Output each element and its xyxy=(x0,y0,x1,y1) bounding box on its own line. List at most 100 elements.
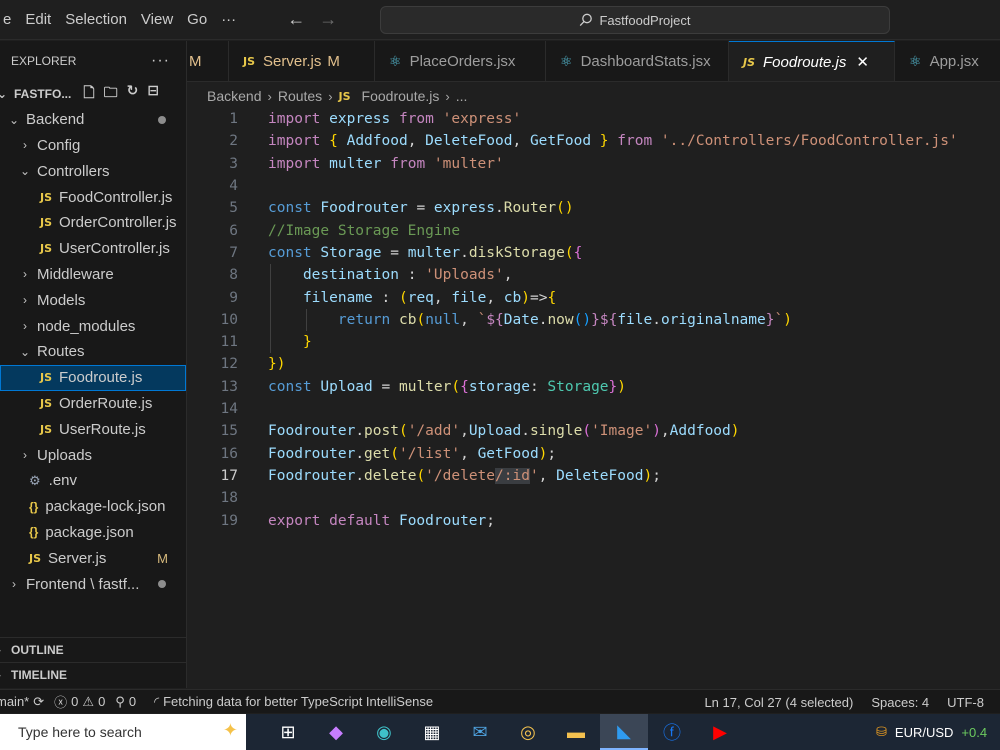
tree-item-label: Foodroute.js xyxy=(59,369,143,387)
tree-item[interactable]: JS Server.js M xyxy=(0,545,186,571)
code-line[interactable]: 11 } xyxy=(188,331,1000,353)
line-number: 8 xyxy=(229,267,238,284)
code-editor[interactable]: 1 import express from 'express' 2 import { … xyxy=(188,108,1000,688)
tree-item[interactable]: JS UserController.js xyxy=(0,236,186,262)
encoding[interactable]: UTF-8 xyxy=(947,695,984,710)
collapse-all-icon[interactable]: ⊟ xyxy=(147,82,159,106)
tab-label: Server.js xyxy=(263,53,322,70)
code-line[interactable]: 19 export default Foodrouter; xyxy=(188,509,1000,531)
forward-arrow-icon[interactable]: → xyxy=(319,9,337,30)
tree-item[interactable]: › Config xyxy=(0,133,186,159)
problems-status[interactable]: ⓧ 0 ⚠ 0 xyxy=(54,692,105,711)
indent-guide xyxy=(270,264,271,354)
windows-taskbar: Type here to search ✦ ⊞ ◆ ◉ ▦ ✉ ◎ ▬ ◣ ⓕ … xyxy=(0,714,1000,750)
tree-item[interactable]: JS OrderController.js xyxy=(0,210,186,236)
ticker-widget[interactable]: ⛁ EUR/USD +0.4 xyxy=(876,714,987,750)
new-file-icon[interactable]: 🗋 xyxy=(83,82,94,106)
chrome-icon[interactable]: ◎ xyxy=(504,714,552,750)
code-line[interactable]: 3 import multer from 'multer' xyxy=(188,153,1000,175)
store-icon[interactable]: ▦ xyxy=(408,714,456,750)
close-icon[interactable]: ✕ xyxy=(856,53,869,71)
tree-item[interactable]: › node_modules xyxy=(0,313,186,339)
code-line[interactable]: 17 Foodrouter.delete('/delete/:id', Delet… xyxy=(188,465,1000,487)
tree-item[interactable]: › Middleware xyxy=(0,262,186,288)
tree-item[interactable]: › Models xyxy=(0,287,186,313)
chevron-right-icon: › xyxy=(23,138,27,153)
code-line[interactable]: 18 xyxy=(188,487,1000,509)
code-line[interactable]: 13 const Upload = multer({storage: Storag… xyxy=(188,376,1000,398)
tree-item-label: .env xyxy=(48,472,78,490)
code-line[interactable]: 2 import { Addfood, DeleteFood, GetFood }… xyxy=(188,130,1000,152)
tab-server-js[interactable]: JS Server.js M xyxy=(229,41,375,81)
tree-item[interactable]: {} package.json xyxy=(0,520,186,546)
code-line[interactable]: 6 //Image Storage Engine xyxy=(188,220,1000,242)
explorer-more-icon[interactable]: ··· xyxy=(151,52,170,70)
refresh-icon[interactable]: ↻ xyxy=(127,82,139,106)
menu-file[interactable]: e xyxy=(0,0,18,40)
code-text: const Storage = multer.diskStorage({ xyxy=(268,244,583,261)
tree-item[interactable]: {} package-lock.json xyxy=(0,494,186,520)
search-icon xyxy=(580,13,593,27)
tree-item[interactable]: JS UserRoute.js xyxy=(0,416,186,442)
breadcrumb-routes[interactable]: Routes xyxy=(278,88,322,104)
breadcrumb-file[interactable]: Foodroute.js xyxy=(362,88,440,104)
code-line[interactable]: 16 Foodrouter.get('/list', GetFood); xyxy=(188,443,1000,465)
menu-more[interactable]: ··· xyxy=(214,0,243,40)
code-line[interactable]: 12}) xyxy=(188,353,1000,375)
taskbar-search-input[interactable]: Type here to search xyxy=(18,724,142,740)
edge-icon[interactable]: ◉ xyxy=(360,714,408,750)
tree-item[interactable]: ⚙ .env xyxy=(0,468,186,494)
tree-item[interactable]: JS OrderRoute.js xyxy=(0,391,186,417)
tab-placeorders-jsx[interactable]: ⚛ PlaceOrders.jsx xyxy=(375,41,546,81)
js-file-icon: JS xyxy=(40,422,53,436)
tab-dashboardstats-jsx[interactable]: ⚛ DashboardStats.jsx xyxy=(546,41,729,81)
vscode-icon[interactable]: ◣ xyxy=(600,714,648,750)
code-line[interactable]: 15 Foodrouter.post('/add',Upload.single('… xyxy=(188,420,1000,442)
explorer-header: EXPLORER ··· xyxy=(0,41,186,81)
tree-item[interactable]: › Frontend \ fastf... xyxy=(0,571,186,597)
copilot-icon[interactable]: ◆ xyxy=(312,714,360,750)
branch-status[interactable]: main* ⟳ xyxy=(0,694,44,710)
workspace-root[interactable]: ⌄ FASTFO... 🗋 🗀 ↻ ⊟ xyxy=(0,81,186,107)
code-line[interactable]: 7 const Storage = multer.diskStorage({ xyxy=(188,242,1000,264)
ports-icon: ⚲ xyxy=(115,693,125,709)
code-line[interactable]: 9 filename : (req, file, cb)=>{ xyxy=(188,286,1000,308)
new-folder-icon[interactable]: 🗀 xyxy=(104,82,118,106)
code-line[interactable]: 10 return cb(null, `${Date.now()}${file.… xyxy=(188,309,1000,331)
ports-status[interactable]: ⚲ 0 xyxy=(115,694,136,710)
outline-panel-header[interactable]: › OUTLINE xyxy=(0,637,187,661)
timeline-panel-header[interactable]: › TIMELINE xyxy=(0,662,187,686)
tab-foodroute-js[interactable]: JS Foodroute.js ✕ xyxy=(729,41,895,81)
code-line[interactable]: 5 const Foodrouter = express.Router() xyxy=(188,197,1000,219)
ticker-symbol: EUR/USD xyxy=(894,724,954,740)
file-explorer-icon[interactable]: ▬ xyxy=(552,714,600,750)
youtube-icon[interactable]: ▶ xyxy=(696,714,744,750)
code-line[interactable]: 14 xyxy=(188,398,1000,420)
tree-item[interactable]: ⌄ Controllers xyxy=(0,158,186,184)
cursor-position[interactable]: Ln 17, Col 27 (4 selected) xyxy=(704,695,853,710)
breadcrumb-symbol[interactable]: ... xyxy=(456,88,468,104)
tree-item[interactable]: ⌄ Routes xyxy=(0,339,186,365)
taskbar-search[interactable]: Type here to search ✦ xyxy=(0,714,246,750)
breadcrumb-backend[interactable]: Backend xyxy=(207,88,261,104)
facebook-icon[interactable]: ⓕ xyxy=(648,714,696,750)
indentation[interactable]: Spaces: 4 xyxy=(871,695,929,710)
back-arrow-icon[interactable]: ← xyxy=(287,9,305,30)
menu-go[interactable]: Go xyxy=(180,0,214,40)
menu-view[interactable]: View xyxy=(134,0,180,40)
tree-item[interactable]: JS FoodController.js xyxy=(0,184,186,210)
menu-selection[interactable]: Selection xyxy=(58,0,134,40)
tab-m[interactable]: M xyxy=(187,41,229,81)
tree-item[interactable]: › Uploads xyxy=(0,442,186,468)
command-center-search[interactable]: FastfoodProject xyxy=(380,6,890,34)
mail-icon[interactable]: ✉ xyxy=(456,714,504,750)
task-view-icon[interactable]: ⊞ xyxy=(264,714,312,750)
code-line[interactable]: 4 xyxy=(188,175,1000,197)
tree-item[interactable]: JS Foodroute.js xyxy=(0,364,186,391)
tree-item[interactable]: ⌄ Backend xyxy=(0,107,186,133)
code-line[interactable]: 8 destination : 'Uploads', xyxy=(188,264,1000,286)
sync-icon: ⟳ xyxy=(33,693,45,709)
tab-app-jsx[interactable]: ⚛ App.jsx xyxy=(895,41,1000,81)
code-line[interactable]: 1 import express from 'express' xyxy=(188,108,1000,130)
menu-edit[interactable]: Edit xyxy=(18,0,58,40)
